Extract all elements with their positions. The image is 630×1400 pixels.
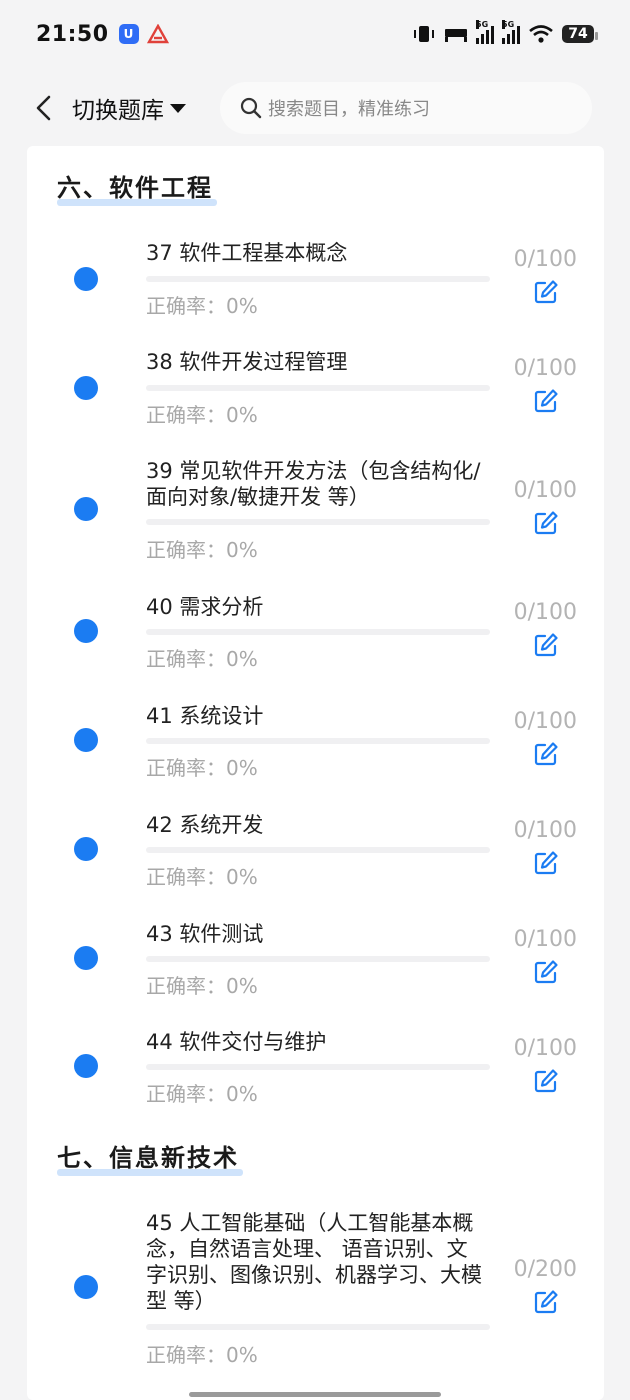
chapter-title[interactable]: 37 软件工程基本概念 (146, 240, 486, 266)
progress-bar (146, 385, 490, 391)
edit-practice-icon[interactable] (533, 1289, 559, 1315)
progress-count: 0/100 (513, 709, 577, 734)
status-dot (74, 837, 98, 861)
switch-bank-label: 切换题库 (72, 98, 164, 124)
status-dot (74, 376, 98, 400)
chapter-title[interactable]: 40 需求分析 (146, 594, 486, 620)
back-button[interactable] (16, 80, 72, 136)
bed-icon (445, 29, 467, 42)
edit-practice-icon[interactable] (533, 959, 559, 985)
status-dot (74, 946, 98, 970)
section-title: 七、信息新技术 (57, 1138, 243, 1176)
progress-count: 0/200 (513, 1257, 577, 1282)
accuracy-text: 正确率：0% (146, 974, 258, 998)
progress-bar (146, 847, 490, 853)
chapter-title[interactable]: 38 软件开发过程管理 (146, 349, 486, 375)
app-notification-icon: U (118, 24, 139, 44)
search-input[interactable]: 搜索题目，精准练习 (220, 82, 592, 134)
edit-practice-icon[interactable] (533, 279, 559, 305)
status-dot (74, 1054, 98, 1078)
wifi-icon (529, 25, 553, 43)
status-bar: 21:50 U 5G 5G 74 (0, 0, 630, 68)
chapter-title[interactable]: 41 系统设计 (146, 703, 486, 729)
vibrate-icon (414, 26, 434, 42)
switch-bank-dropdown[interactable]: 切换题库 (72, 91, 186, 125)
progress-count: 0/100 (513, 927, 577, 952)
signal-1-icon: 5G (476, 20, 494, 44)
chapter-list-card: 六、软件工程 37 软件工程基本概念 正确率：0% 0/100 38 软件开发过程管理正… (27, 146, 604, 1400)
progress-bar (146, 1324, 490, 1330)
edit-practice-icon[interactable] (533, 1068, 559, 1094)
top-bar: 切换题库 搜索题目，精准练习 (0, 80, 630, 136)
warning-app-icon (146, 24, 169, 44)
status-dot (74, 619, 98, 643)
progress-bar (146, 519, 490, 525)
progress-count: 0/100 (513, 478, 577, 503)
edit-practice-icon[interactable] (533, 388, 559, 414)
chapter-title[interactable]: 42 系统开发 (146, 812, 486, 838)
search-placeholder: 搜索题目，精准练习 (268, 99, 430, 120)
chapter-title[interactable]: 44 软件交付与维护 (146, 1029, 486, 1055)
progress-count: 0/100 (513, 818, 577, 843)
section-title-text: 六、软件工程 (57, 174, 213, 202)
accuracy-text: 正确率：0% (146, 403, 258, 427)
battery-indicator: 74 (562, 25, 598, 43)
progress-bar (146, 1064, 490, 1070)
edit-practice-icon[interactable] (533, 850, 559, 876)
signal-2-icon: 5G (502, 20, 520, 44)
section-title: 六、软件工程 (57, 168, 217, 206)
progress-count: 0/100 (513, 356, 577, 381)
accuracy-text: 正确率：0% (146, 865, 258, 889)
status-dot (74, 267, 98, 291)
chapter-title[interactable]: 39 常见软件开发方法（包含结构化/面向对象/敏捷开发 等） (146, 458, 486, 510)
accuracy-text: 正确率：0% (146, 538, 258, 562)
progress-bar (146, 629, 490, 635)
accuracy-text: 正确率：0% (146, 1082, 258, 1106)
caret-down-icon (170, 103, 186, 113)
progress-count: 0/100 (513, 247, 577, 272)
status-dot (74, 1275, 98, 1299)
edit-practice-icon[interactable] (533, 632, 559, 658)
section-title-text: 七、信息新技术 (57, 1144, 239, 1172)
accuracy-text: 正确率：0% (146, 294, 258, 318)
accuracy-text: 正确率：0% (146, 1343, 258, 1367)
edit-practice-icon[interactable] (533, 510, 559, 536)
progress-bar (146, 276, 490, 282)
status-time: 21:50 (36, 21, 109, 47)
progress-count: 0/100 (513, 1036, 577, 1061)
home-indicator[interactable] (189, 1392, 441, 1397)
progress-bar (146, 956, 490, 962)
status-dot (74, 497, 98, 521)
status-dot (74, 728, 98, 752)
search-icon (240, 97, 262, 119)
chevron-left-icon (36, 95, 51, 121)
progress-bar (146, 738, 490, 744)
status-icons: 5G 5G 74 (412, 20, 598, 44)
chapter-title[interactable]: 43 软件测试 (146, 921, 486, 947)
accuracy-text: 正确率：0% (146, 756, 258, 780)
progress-count: 0/100 (513, 600, 577, 625)
accuracy-text: 正确率：0% (146, 647, 258, 671)
edit-practice-icon[interactable] (533, 741, 559, 767)
chapter-title[interactable]: 45 人工智能基础（人工智能基本概念，自然语言处理、 语音识别、文字识别、图像识… (146, 1210, 486, 1314)
